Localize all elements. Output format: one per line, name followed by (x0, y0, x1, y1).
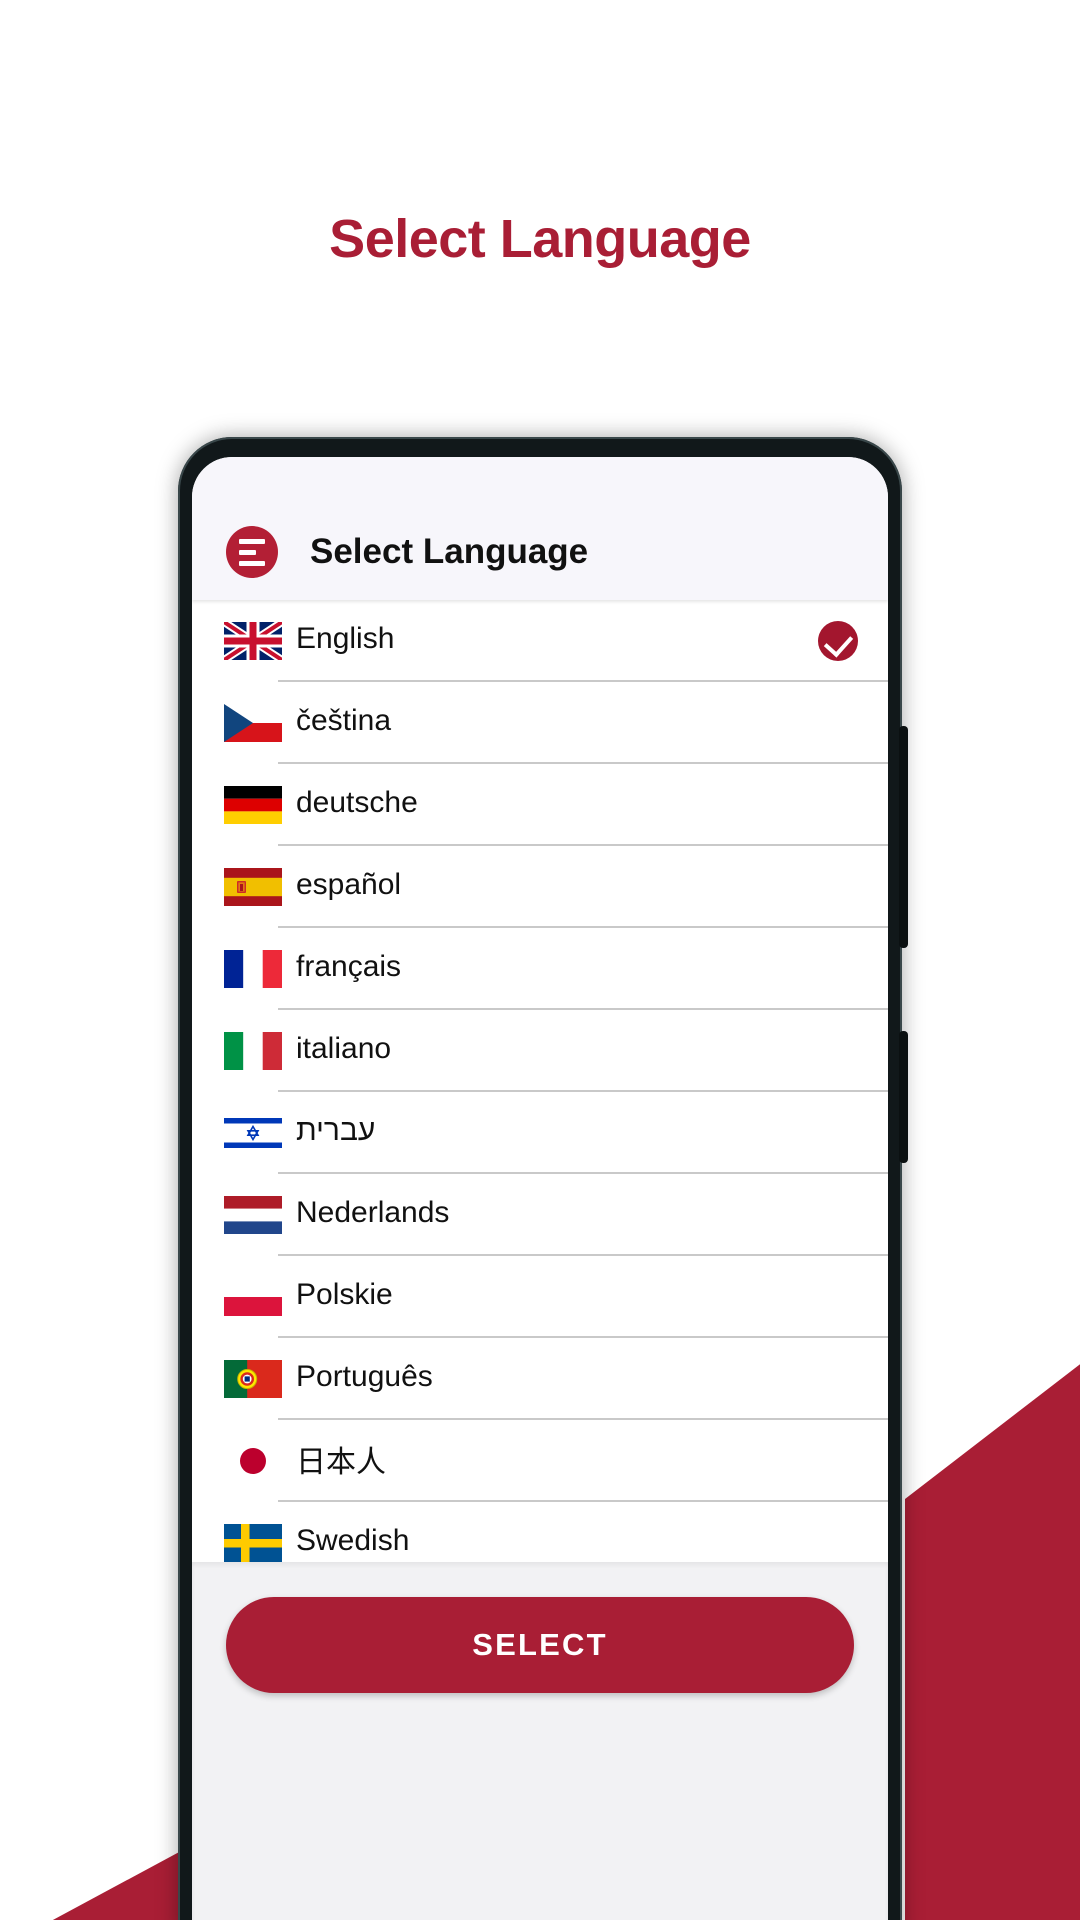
language-row[interactable]: Português (192, 1338, 888, 1420)
language-label: 日本人 (296, 1446, 386, 1479)
language-label: Português (296, 1360, 433, 1393)
flag-netherlands-icon (210, 1196, 296, 1234)
flag-sweden-icon (210, 1524, 296, 1562)
language-list: English čeština deutsche español français ita… (192, 600, 888, 1666)
language-row[interactable]: 日本人 (192, 1420, 888, 1502)
hamburger-line-2 (239, 549, 256, 555)
language-label: italiano (296, 1032, 392, 1065)
flag-japan-icon (210, 1442, 296, 1480)
language-row[interactable]: English (192, 600, 888, 682)
app-bar: Select Language (192, 457, 888, 600)
flag-germany-icon (210, 786, 296, 824)
screenshot-canvas: Select Language Select Language English č… (0, 0, 1080, 1920)
language-label: čeština (296, 704, 392, 737)
language-row[interactable]: español (192, 846, 888, 928)
flag-czech-republic-icon (210, 704, 296, 742)
flag-portugal-icon (210, 1360, 296, 1398)
language-label: español (296, 868, 402, 901)
language-label: deutsche (296, 786, 418, 819)
phone-volume-button[interactable] (899, 726, 908, 948)
check-circle-icon (818, 621, 858, 661)
flag-united-kingdom-icon (210, 622, 296, 660)
language-row[interactable]: Polskie (192, 1256, 888, 1338)
language-label: Nederlands (296, 1196, 450, 1229)
flag-italy-icon (210, 1032, 296, 1070)
language-row[interactable]: italiano (192, 1010, 888, 1092)
language-row[interactable]: français (192, 928, 888, 1010)
flag-israel-icon (210, 1114, 296, 1152)
hamburger-menu-icon[interactable] (226, 526, 278, 578)
hamburger-line-1 (239, 538, 265, 544)
background-shape-right (905, 1268, 1080, 1920)
language-row[interactable]: čeština (192, 682, 888, 764)
language-label: français (296, 950, 402, 983)
app-bar-title: Select Language (310, 532, 589, 571)
language-label: Polskie (296, 1278, 393, 1311)
language-row[interactable]: עברית (192, 1092, 888, 1174)
bottom-action-bar: SELECT (192, 1562, 888, 1920)
phone-power-button[interactable] (899, 1031, 908, 1163)
language-label: English (296, 622, 395, 655)
select-button[interactable]: SELECT (226, 1597, 854, 1693)
language-label: Swedish (296, 1524, 410, 1557)
flag-france-icon (210, 950, 296, 988)
page-title: Select Language (329, 209, 751, 269)
hamburger-line-3 (239, 560, 265, 566)
language-row[interactable]: Nederlands (192, 1174, 888, 1256)
flag-spain-icon (210, 868, 296, 906)
language-label: עברית (296, 1114, 376, 1147)
phone-device-frame: Select Language English čeština deutsche es… (178, 437, 908, 1920)
flag-poland-icon (210, 1278, 296, 1316)
language-row[interactable]: deutsche (192, 764, 888, 846)
phone-screen: Select Language English čeština deutsche es… (192, 457, 888, 1920)
